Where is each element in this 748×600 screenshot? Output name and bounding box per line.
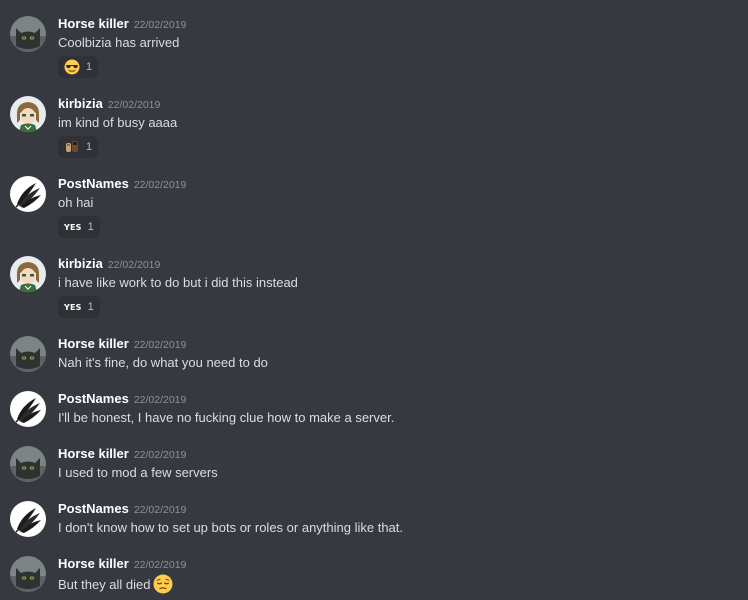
feather-avatar[interactable] [10, 501, 46, 537]
message-author[interactable]: kirbizia [58, 96, 103, 111]
message-header: Horse killer 22/02/2019 [58, 336, 186, 353]
message-timestamp: 22/02/2019 [133, 179, 187, 191]
reaction-count: 1 [86, 141, 93, 153]
message-content: i have like work to do but i did this in… [58, 275, 298, 290]
feather-avatar[interactable] [10, 176, 46, 212]
cat-avatar[interactable] [10, 556, 46, 592]
message-author[interactable]: Horse killer [58, 446, 129, 461]
yes-emoji-icon: YES [64, 222, 82, 232]
reaction-button[interactable]: YES 1 [58, 296, 100, 318]
message-header: Horse killer 22/02/2019 [58, 556, 186, 573]
reaction-button[interactable]: 1 [58, 136, 99, 158]
message-content: Nah it's fine, do what you need to do [58, 355, 268, 370]
cat-avatar[interactable] [10, 16, 46, 52]
anime-avatar[interactable] [10, 256, 46, 292]
message-timestamp: 22/02/2019 [133, 339, 187, 351]
message-timestamp: 22/02/2019 [133, 449, 187, 461]
message-timestamp: 22/02/2019 [133, 559, 187, 571]
message-content: I used to mod a few servers [58, 465, 218, 480]
reaction-button[interactable]: 1 [58, 56, 99, 78]
message-content: oh hai [58, 195, 94, 210]
message-timestamp: 22/02/2019 [133, 19, 187, 31]
message-timestamp: 22/02/2019 [107, 99, 161, 111]
message-header: PostNames 22/02/2019 [58, 501, 186, 518]
message-content: I don't know how to set up bots or roles… [58, 520, 404, 535]
message-author[interactable]: kirbizia [58, 256, 103, 271]
emote-emoji-icon [64, 139, 80, 155]
message-content: im kind of busy aaaa [58, 115, 178, 130]
reaction-button[interactable]: YES 1 [58, 216, 100, 238]
message-header: PostNames 22/02/2019 [58, 176, 186, 193]
message-text: But they all died [58, 577, 151, 592]
message-timestamp: 22/02/2019 [133, 394, 187, 406]
message-author[interactable]: PostNames [58, 176, 129, 191]
cat-avatar[interactable] [10, 446, 46, 482]
message-timestamp: 22/02/2019 [133, 504, 187, 516]
message-author[interactable]: Horse killer [58, 336, 129, 351]
message-header: kirbizia 22/02/2019 [58, 256, 160, 273]
message-header: PostNames 22/02/2019 [58, 391, 186, 408]
reaction-count: 1 [86, 61, 93, 73]
message-content: But they all died [58, 574, 173, 594]
message-author[interactable]: Horse killer [58, 556, 129, 571]
anime-avatar[interactable] [10, 96, 46, 132]
message-author[interactable]: PostNames [58, 501, 129, 516]
reaction-count: 1 [87, 301, 94, 313]
reaction-count: 1 [87, 221, 94, 233]
message-header: Horse killer 22/02/2019 [58, 446, 186, 463]
message-author[interactable]: PostNames [58, 391, 129, 406]
pensive-emoji-icon [153, 574, 173, 594]
message-content: Coolbizia has arrived [58, 35, 180, 50]
cat-avatar[interactable] [10, 336, 46, 372]
sunglasses-emoji-icon [64, 59, 80, 75]
message-header: kirbizia 22/02/2019 [58, 96, 160, 113]
message-content: I'll be honest, I have no fucking clue h… [58, 410, 395, 425]
message-timestamp: 22/02/2019 [107, 259, 161, 271]
message-author[interactable]: Horse killer [58, 16, 129, 31]
feather-avatar[interactable] [10, 391, 46, 427]
yes-emoji-icon: YES [64, 302, 82, 312]
message-header: Horse killer 22/02/2019 [58, 16, 186, 33]
